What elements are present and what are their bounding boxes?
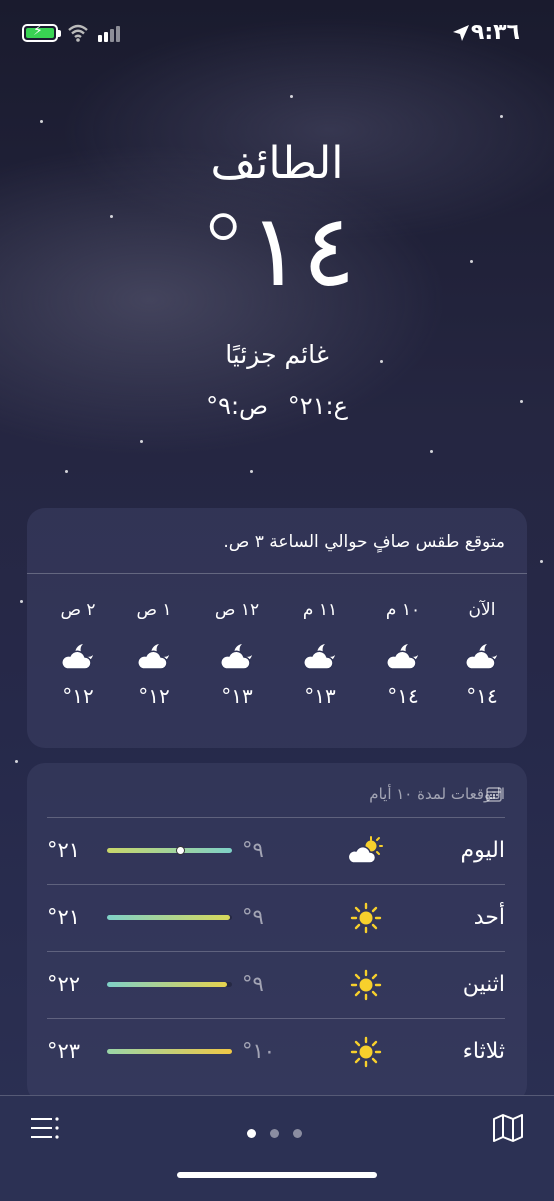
low-temperature: ١٠°: [242, 1039, 276, 1063]
high-low: ع:٢١° ص:٩°: [0, 392, 554, 420]
cellular-signal-icon: [98, 26, 122, 42]
moon-cloud-icon: [135, 642, 173, 672]
sun-icon: [349, 1036, 383, 1068]
low-temperature: ٩°: [242, 838, 264, 862]
page-dot[interactable]: [293, 1129, 302, 1138]
hour-temperature: ١٤°: [466, 684, 498, 708]
hourly-item: ١ ص ١٢°: [119, 600, 189, 708]
hourly-forecast-card[interactable]: متوقع طقس صافٍ حوالي الساعة ٣ ص. الآن ١٤°…: [27, 508, 527, 748]
hourly-item: ١١ م ١٣°: [285, 600, 355, 708]
temperature-range-bar: [107, 982, 232, 987]
high-temperature: ٢٣°: [47, 1039, 81, 1063]
status-time: ٩:٣٦: [470, 20, 520, 45]
daily-forecast-card[interactable]: التوقعات لمدة ١٠ أيام اليوم ٩° ٢١° أحد ٩° ٢١°…: [27, 763, 527, 1103]
hour-label: ١٠ م: [385, 600, 421, 620]
daily-forecast-row[interactable]: اثنين ٩° ٢٢°: [47, 951, 505, 1018]
temperature-range-fill: [107, 1049, 232, 1054]
hour-temperature: ١٣°: [304, 684, 336, 708]
home-indicator[interactable]: [177, 1172, 377, 1178]
temperature-range-bar: [107, 915, 232, 920]
hour-temperature: ١٢°: [138, 684, 170, 708]
high-temperature: ع:٢١°: [287, 392, 348, 420]
temperature-range-bar: [107, 846, 232, 855]
high-temperature: ٢٢°: [47, 972, 81, 996]
high-temperature: ٢١°: [47, 838, 81, 862]
current-temperature-marker: [175, 846, 185, 855]
hour-label: ١١ م: [302, 600, 338, 620]
hourly-item: ٢ ص ١٢°: [43, 600, 113, 708]
hour-label: ١ ص: [136, 600, 172, 620]
hourly-item: الآن ١٤°: [447, 600, 517, 708]
temperature-range-bar: [107, 1049, 232, 1054]
battery-icon: ⚡: [22, 23, 58, 42]
hour-temperature: ١٢°: [62, 684, 94, 708]
divider: [27, 573, 527, 574]
daily-forecast-row[interactable]: ثلاثاء ١٠° ٢٣°: [47, 1018, 505, 1085]
map-icon[interactable]: [492, 1114, 524, 1142]
sun-icon: [349, 902, 383, 934]
low-temperature: ص:٩°: [206, 392, 269, 420]
hour-label: ١٢ ص: [214, 600, 260, 620]
temperature-range-fill: [107, 982, 227, 987]
day-name: أحد: [473, 905, 505, 930]
day-name: اليوم: [460, 838, 505, 863]
high-temperature: ٢١°: [47, 905, 81, 929]
page-indicator[interactable]: [247, 1123, 316, 1142]
low-temperature: ٩°: [242, 972, 264, 996]
moon-cloud-icon: [218, 642, 256, 672]
low-temperature: ٩°: [242, 905, 264, 929]
current-temperature: ١٤°: [198, 192, 356, 309]
wifi-icon: [68, 24, 88, 42]
sun-cloud-icon: [347, 835, 383, 867]
temperature-range-fill: [107, 915, 230, 920]
list-icon[interactable]: [30, 1116, 60, 1140]
city-name: الطائف: [210, 138, 344, 189]
moon-cloud-icon: [301, 642, 339, 672]
page-dot[interactable]: [247, 1129, 256, 1138]
daily-forecast-title: التوقعات لمدة ١٠ أيام: [369, 785, 505, 803]
day-name: ثلاثاء: [462, 1039, 505, 1064]
hourly-summary: متوقع طقس صافٍ حوالي الساعة ٣ ص.: [223, 532, 505, 552]
weather-condition: غائم جزئيًا: [225, 340, 329, 369]
hour-label: ٢ ص: [60, 600, 96, 620]
status-bar: ⚡ ٩:٣٦: [0, 0, 554, 64]
temperature-range-fill: [107, 848, 232, 853]
page-dot[interactable]: [270, 1129, 279, 1138]
hour-label: الآن: [468, 600, 496, 620]
location-arrow-icon: [453, 25, 469, 41]
bottom-toolbar: [0, 1095, 554, 1201]
day-name: اثنين: [462, 972, 505, 997]
moon-cloud-icon: [384, 642, 422, 672]
moon-cloud-icon: [59, 642, 97, 672]
hourly-item: ١٢ ص ١٣°: [202, 600, 272, 708]
moon-cloud-icon: [463, 642, 501, 672]
daily-forecast-row[interactable]: اليوم ٩° ٢١°: [47, 817, 505, 884]
hourly-item: ١٠ م ١٤°: [368, 600, 438, 708]
hour-temperature: ١٣°: [221, 684, 253, 708]
sun-icon: [349, 969, 383, 1001]
daily-forecast-row[interactable]: أحد ٩° ٢١°: [47, 884, 505, 951]
hour-temperature: ١٤°: [387, 684, 419, 708]
